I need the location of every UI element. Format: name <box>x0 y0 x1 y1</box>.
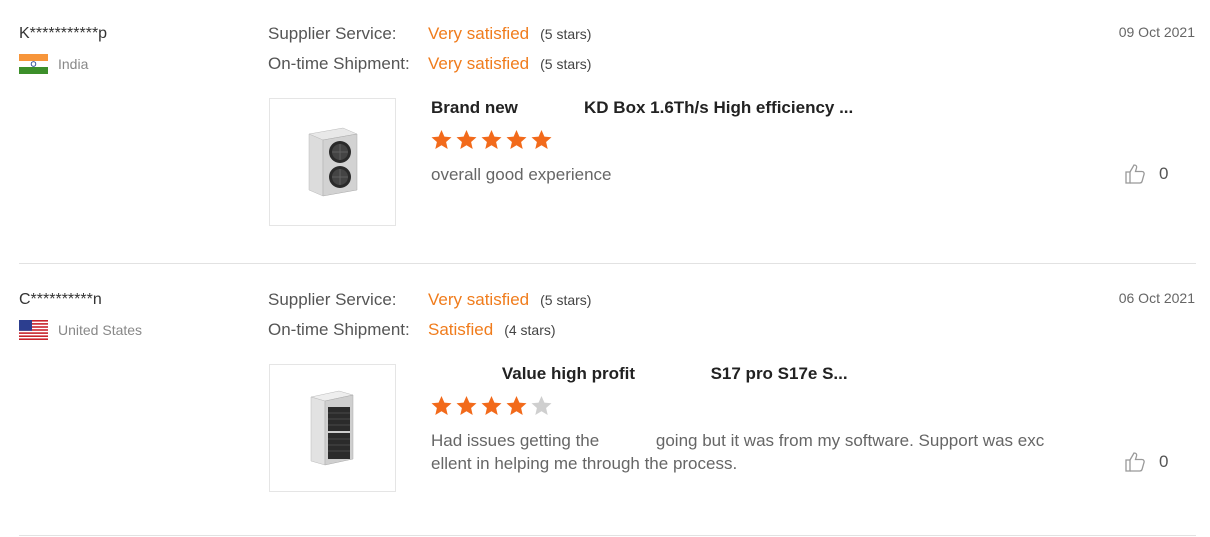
product-title-link[interactable]: Brand new KD Box 1.6Th/s High efficiency… <box>431 98 853 118</box>
on-time-shipment-label: On-time Shipment: <box>268 54 410 73</box>
reviewer-name: C**********n <box>19 291 102 308</box>
country-label: United States <box>58 322 143 338</box>
review-date: 09 Oct 2021 <box>1118 24 1195 40</box>
supplier-service-value: Very satisfied <box>428 290 530 309</box>
country-label: India <box>58 56 89 72</box>
star-filled-icon <box>431 396 452 415</box>
on-time-shipment-stars-text: (5 stars) <box>540 56 592 72</box>
on-time-shipment-rating: On-time Shipment: Very satisfied (5 star… <box>268 54 591 74</box>
thumbs-up-icon <box>1125 452 1145 472</box>
reviewer-country: India <box>19 54 88 74</box>
on-time-shipment-stars-text: (4 stars) <box>504 322 556 338</box>
reviews-list: K***********p India Supplier Service: Ve… <box>0 0 1210 537</box>
asic-miner-kdbox-image <box>307 127 358 197</box>
star-empty-icon <box>531 396 552 415</box>
star-filled-icon <box>506 130 527 149</box>
product-thumbnail[interactable] <box>269 98 396 226</box>
supplier-service-stars-text: (5 stars) <box>540 292 592 308</box>
product-rating-stars <box>430 395 553 417</box>
star-filled-icon <box>481 130 502 149</box>
like-button[interactable]: 0 <box>1124 163 1168 185</box>
supplier-service-rating: Supplier Service: Very satisfied (5 star… <box>268 24 591 44</box>
star-filled-icon <box>481 396 502 415</box>
product-title-link[interactable]: Value high profit S17 pro S17e S... <box>431 364 848 384</box>
like-count: 0 <box>1159 164 1169 183</box>
supplier-service-value: Very satisfied <box>428 24 530 43</box>
star-filled-icon <box>456 130 477 149</box>
reviewer-country: United States <box>19 320 142 340</box>
on-time-shipment-rating: On-time Shipment: Satisfied (4 stars) <box>268 320 556 340</box>
star-filled-icon <box>531 130 552 149</box>
star-filled-icon <box>506 396 527 415</box>
usa-flag-icon <box>19 320 48 340</box>
india-flag-icon <box>19 54 48 74</box>
on-time-shipment-label: On-time Shipment: <box>268 320 410 339</box>
product-thumbnail[interactable] <box>269 364 396 492</box>
supplier-service-rating: Supplier Service: Very satisfied (5 star… <box>268 290 591 310</box>
reviewer-name: K***********p <box>19 25 108 42</box>
review-text: Had issues getting the going but it was … <box>431 431 1045 473</box>
asic-miner-s17-image <box>310 390 353 466</box>
like-button[interactable]: 0 <box>1124 451 1168 473</box>
review-text: overall good experience <box>431 165 612 184</box>
supplier-service-stars-text: (5 stars) <box>540 26 592 42</box>
star-filled-icon <box>456 396 477 415</box>
review-divider <box>19 535 1196 536</box>
like-count: 0 <box>1159 452 1169 471</box>
on-time-shipment-value: Satisfied <box>428 320 494 339</box>
thumbs-up-icon <box>1125 164 1145 184</box>
product-rating-stars <box>430 129 553 151</box>
star-filled-icon <box>431 130 452 149</box>
on-time-shipment-value: Very satisfied <box>428 54 530 73</box>
review-divider <box>19 263 1196 264</box>
supplier-service-label: Supplier Service: <box>268 290 397 309</box>
supplier-service-label: Supplier Service: <box>268 24 397 43</box>
review-date: 06 Oct 2021 <box>1118 290 1195 306</box>
